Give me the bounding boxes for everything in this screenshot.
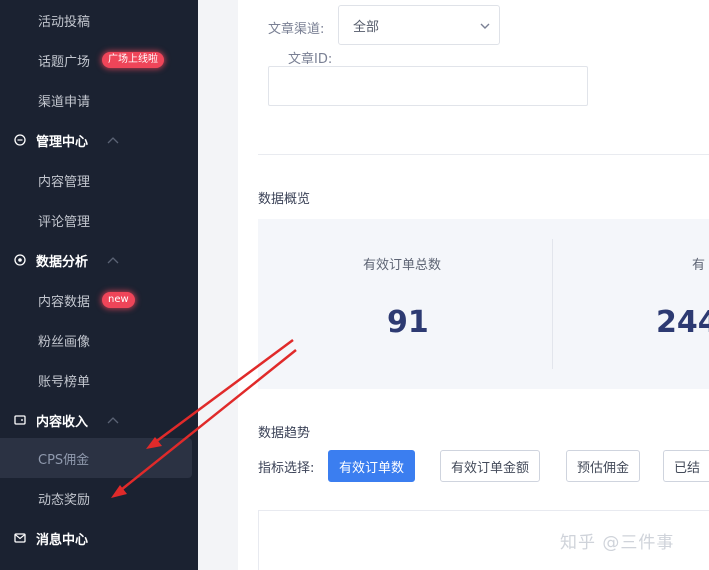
new-feature-badge: 广场上线啦 bbox=[102, 52, 165, 68]
valid-orders-value: 91 bbox=[387, 305, 429, 340]
sidebar-group-label: 内容收入 bbox=[36, 414, 89, 430]
target-icon bbox=[14, 254, 26, 266]
sidebar-item-label: 渠道申请 bbox=[38, 94, 91, 110]
button-label: 有效订单数 bbox=[339, 460, 405, 476]
sidebar-item-activity-submission[interactable]: 活动投稿 bbox=[0, 0, 192, 40]
chevron-up-icon[interactable] bbox=[106, 415, 120, 425]
sidebar-group-label: 数据分析 bbox=[36, 254, 89, 270]
sidebar-group-label: 管理中心 bbox=[36, 134, 89, 150]
overview-separator bbox=[552, 239, 553, 369]
metric-estimated-commission-button[interactable]: 预估佣金 bbox=[566, 450, 641, 482]
trend-title: 数据趋势 bbox=[258, 426, 311, 441]
sidebar-group-management[interactable]: 管理中心 bbox=[0, 120, 192, 160]
main-content: 文章渠道: 全部 文章ID: 数据概览 有效订单总数 91 有 244 数据趋势… bbox=[198, 0, 709, 570]
metric-valid-order-amount-button[interactable]: 有效订单金额 bbox=[440, 450, 541, 482]
metric-valid-orders-button[interactable]: 有效订单数 bbox=[328, 450, 416, 482]
channel-select-value: 全部 bbox=[353, 19, 380, 35]
chevron-down-icon bbox=[479, 20, 491, 30]
sidebar-item-label: CPS佣金 bbox=[38, 452, 90, 468]
sidebar-item-label: 内容数据 bbox=[38, 294, 91, 310]
data-overview-panel: 有效订单总数 91 有 244 bbox=[258, 219, 709, 389]
metric2-value: 244 bbox=[656, 305, 709, 340]
sidebar-item-comment-management[interactable]: 评论管理 bbox=[0, 200, 192, 240]
sidebar-item-content-management[interactable]: 内容管理 bbox=[0, 160, 192, 200]
channel-select[interactable]: 全部 bbox=[338, 5, 500, 45]
overview-title: 数据概览 bbox=[258, 192, 311, 207]
sidebar-item-fan-profile[interactable]: 粉丝画像 bbox=[0, 320, 192, 360]
article-id-label: 文章ID: bbox=[288, 52, 333, 67]
sidebar-item-topic-square[interactable]: 话题广场 广场上线啦 bbox=[0, 40, 192, 80]
message-circle-icon bbox=[14, 134, 26, 146]
sidebar-item-channel-apply[interactable]: 渠道申请 bbox=[0, 80, 192, 120]
article-id-input[interactable] bbox=[268, 66, 588, 106]
button-label: 已结 bbox=[674, 460, 701, 476]
sidebar-group-content-income[interactable]: 内容收入 bbox=[0, 400, 192, 440]
new-badge: new bbox=[102, 292, 135, 308]
sidebar-item-label: 内容管理 bbox=[38, 174, 91, 190]
sidebar-item-label: 话题广场 bbox=[38, 54, 91, 70]
sidebar-item-label: 活动投稿 bbox=[38, 14, 91, 30]
button-label: 预估佣金 bbox=[577, 460, 630, 476]
wallet-icon bbox=[14, 414, 26, 426]
button-label: 有效订单金额 bbox=[451, 460, 530, 476]
sidebar-group-message-center[interactable]: 消息中心 bbox=[0, 518, 192, 558]
mail-icon bbox=[14, 532, 26, 544]
sidebar-group-data-analysis[interactable]: 数据分析 bbox=[0, 240, 192, 280]
content-card: 文章渠道: 全部 文章ID: 数据概览 有效订单总数 91 有 244 数据趋势… bbox=[238, 0, 709, 570]
valid-orders-label: 有效订单总数 bbox=[363, 258, 442, 273]
divider bbox=[258, 154, 709, 155]
metric-selector-label: 指标选择: bbox=[258, 461, 315, 476]
sidebar-item-label: 账号榜单 bbox=[38, 374, 91, 390]
sidebar-item-cps-commission[interactable]: CPS佣金 bbox=[0, 438, 192, 478]
metric2-label: 有 bbox=[692, 258, 706, 273]
channel-filter-label: 文章渠道: bbox=[268, 22, 325, 37]
chevron-up-icon[interactable] bbox=[106, 255, 120, 265]
sidebar-item-label: 粉丝画像 bbox=[38, 334, 91, 350]
sidebar-item-content-data[interactable]: 内容数据 new bbox=[0, 280, 192, 320]
sidebar-group-label: 消息中心 bbox=[36, 532, 89, 548]
sidebar-item-account-ranking[interactable]: 账号榜单 bbox=[0, 360, 192, 400]
watermark: 知乎 @三件事 bbox=[560, 533, 675, 553]
sidebar-item-dynamic-reward[interactable]: 动态奖励 bbox=[0, 478, 192, 518]
sidebar-item-label: 评论管理 bbox=[38, 214, 91, 230]
sidebar-item-label: 动态奖励 bbox=[38, 492, 91, 508]
sidebar: 活动投稿 话题广场 广场上线啦 渠道申请 管理中心 内容管理 评论管理 数据分析… bbox=[0, 0, 198, 570]
chevron-up-icon[interactable] bbox=[106, 135, 120, 145]
metric-settled-button[interactable]: 已结 bbox=[663, 450, 709, 482]
